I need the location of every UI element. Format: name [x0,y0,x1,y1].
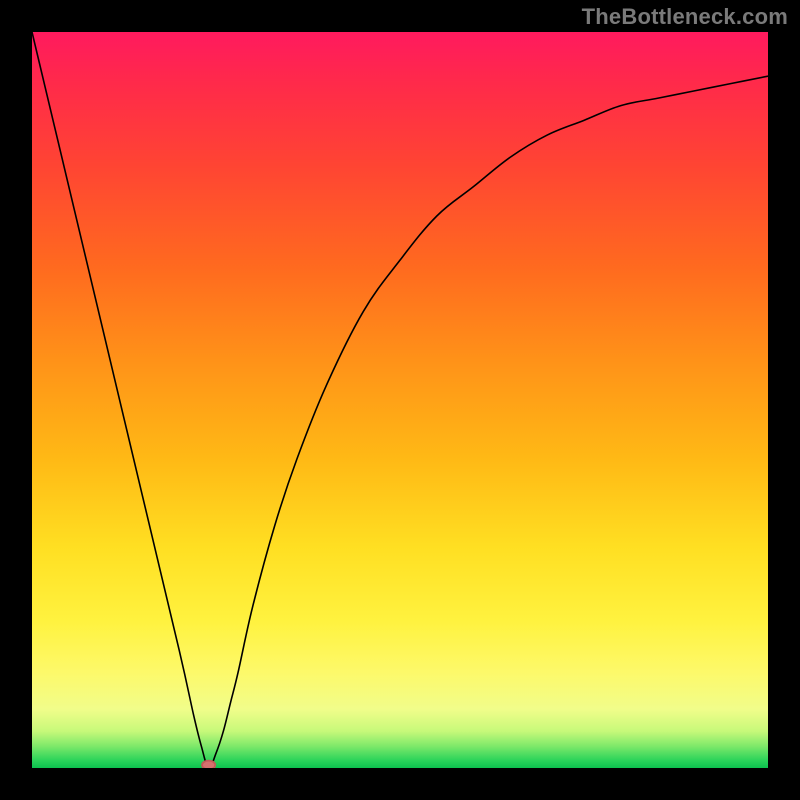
plot-area [32,32,768,768]
curve-layer [32,32,768,768]
optimum-point-marker [202,761,215,768]
watermark-text: TheBottleneck.com [582,4,788,30]
chart-frame: TheBottleneck.com [0,0,800,800]
bottleneck-curve [32,32,768,768]
